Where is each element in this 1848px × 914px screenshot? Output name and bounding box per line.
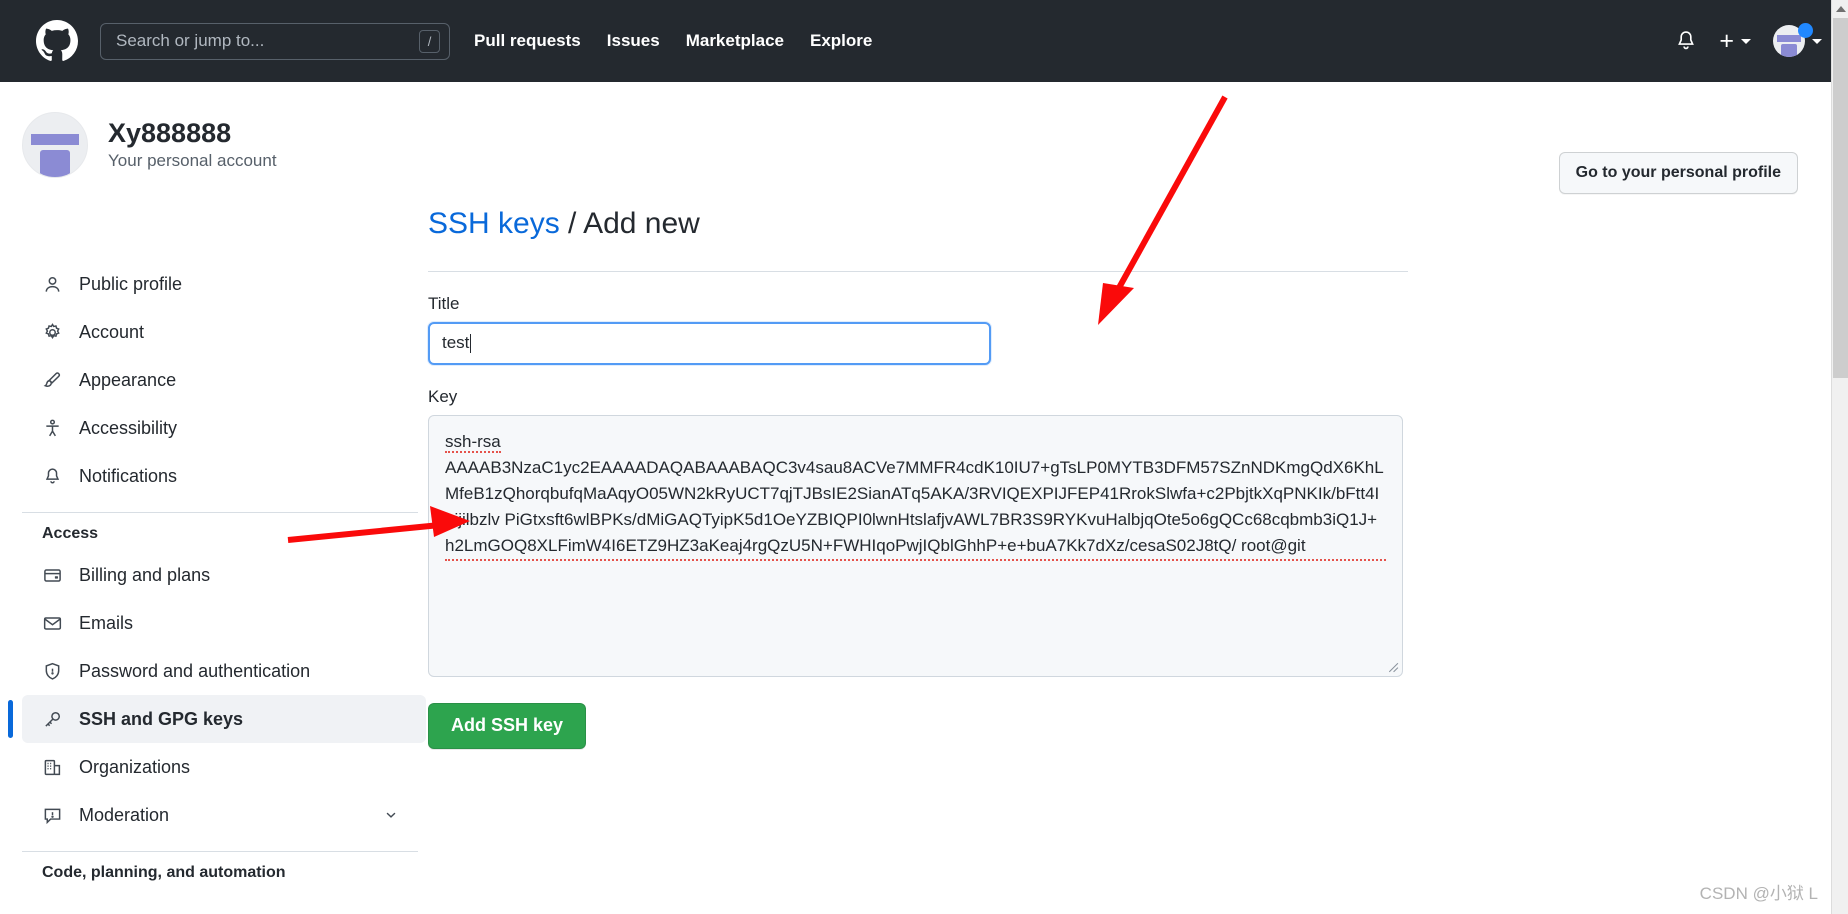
primary-nav: Pull requests Issues Marketplace Explore (474, 31, 872, 51)
sidebar-item-label: Notifications (79, 465, 178, 486)
sidebar-item-label: Appearance (79, 369, 177, 390)
paintbrush-icon (42, 370, 63, 391)
nav-pull-requests[interactable]: Pull requests (474, 31, 581, 51)
nav-issues[interactable]: Issues (607, 31, 660, 51)
sidebar-item-organizations[interactable]: Organizations (22, 743, 426, 791)
user-menu[interactable] (1773, 23, 1822, 57)
nav-explore[interactable]: Explore (810, 31, 872, 51)
search-placeholder: Search or jump to... (116, 31, 265, 50)
chevron-down-icon[interactable] (384, 808, 398, 822)
breadcrumb-separator: / (559, 207, 584, 240)
sidebar-item-billing-and-plans[interactable]: Billing and plans (22, 551, 426, 599)
title-field-label: Title (428, 293, 460, 313)
sidebar-item-label: Emails (79, 612, 134, 633)
key-textarea-line1: ssh-rsa (445, 431, 501, 453)
create-new-menu[interactable]: + (1719, 26, 1751, 55)
settings-sidebar: Public profile Account Appearance Access… (8, 260, 426, 890)
status-badge (1798, 23, 1813, 38)
sidebar-item-password-and-authentication[interactable]: Password and authentication (22, 647, 426, 695)
scroll-up-arrow[interactable] (1832, 0, 1848, 17)
credit-card-icon (42, 565, 63, 586)
plus-icon: + (1719, 26, 1734, 55)
breadcrumb-ssh-keys-link[interactable]: SSH keys (428, 207, 560, 240)
gear-icon (42, 322, 63, 343)
global-header: Search or jump to... / Pull requests Iss… (0, 0, 1848, 82)
go-to-personal-profile-button[interactable]: Go to your personal profile (1558, 152, 1798, 194)
breadcrumb: SSH keys / Add new (428, 205, 1408, 243)
search-input[interactable]: Search or jump to... / (100, 22, 450, 60)
text-cursor (470, 333, 472, 353)
sidebar-item-ssh-and-gpg-keys[interactable]: SSH and GPG keys (8, 695, 426, 743)
sidebar-item-public-profile[interactable]: Public profile (22, 260, 426, 308)
sidebar-divider (22, 512, 418, 513)
bell-icon (42, 466, 63, 487)
key-field-label: Key (428, 386, 458, 406)
sidebar-item-label: Accessibility (79, 417, 178, 438)
sidebar-item-accessibility[interactable]: Accessibility (22, 404, 426, 452)
sidebar-item-label: Moderation (79, 804, 170, 825)
sidebar-group-code-planning-automation: Code, planning, and automation (42, 864, 286, 881)
sidebar-item-label: Billing and plans (79, 564, 211, 585)
shield-lock-icon (42, 661, 63, 682)
sidebar-item-emails[interactable]: Emails (22, 599, 426, 647)
watermark: CSDN @小狱 L (1699, 884, 1818, 903)
chevron-down-icon (1812, 38, 1822, 44)
sidebar-item-label: SSH and GPG keys (79, 708, 244, 729)
sidebar-item-label: Organizations (79, 756, 191, 777)
sidebar-item-label: Public profile (79, 273, 183, 294)
sidebar-item-moderation[interactable]: Moderation (22, 791, 426, 839)
sidebar-item-account[interactable]: Account (22, 308, 426, 356)
key-icon (42, 709, 63, 730)
bell-icon[interactable] (1675, 30, 1697, 52)
key-textarea[interactable]: ssh-rsa AAAAB3NzaC1yc2EAAAADAQABAAABAQC3… (428, 414, 1403, 677)
resize-handle-icon[interactable] (1386, 660, 1399, 673)
breadcrumb-current: Add new (583, 207, 700, 240)
organization-icon (42, 757, 63, 778)
avatar[interactable] (22, 112, 88, 178)
mail-icon (42, 613, 63, 634)
key-textarea-value: AAAAB3NzaC1yc2EAAAADAQABAAABAQC3v4sau8AC… (445, 455, 1386, 561)
scrollbar-thumb[interactable] (1833, 18, 1848, 378)
github-logo-icon[interactable] (36, 20, 78, 62)
sidebar-item-appearance[interactable]: Appearance (22, 356, 426, 404)
report-icon (42, 805, 63, 826)
person-icon (42, 274, 63, 295)
sidebar-item-notifications[interactable]: Notifications (22, 452, 426, 500)
chevron-down-icon (1741, 38, 1751, 44)
header-actions: + (1675, 23, 1822, 57)
sidebar-item-label: Password and authentication (79, 660, 311, 681)
main-content: SSH keys / Add new Title test Key ssh-rs… (428, 205, 1408, 749)
nav-marketplace[interactable]: Marketplace (686, 31, 784, 51)
search-shortcut-key: / (419, 29, 440, 53)
add-ssh-key-button[interactable]: Add SSH key (428, 702, 587, 749)
account-header: Xy888888 Your personal account (22, 112, 277, 178)
title-input-value: test (442, 333, 470, 352)
sidebar-item-label: Account (79, 321, 145, 342)
sidebar-group-access: Access (42, 525, 99, 542)
accessibility-icon (42, 418, 63, 439)
heading-divider (428, 270, 1408, 272)
account-subtitle: Your personal account (108, 150, 277, 170)
page-scrollbar[interactable] (1831, 0, 1848, 914)
sidebar-divider (22, 851, 418, 852)
page-title: Xy888888 (108, 117, 232, 148)
title-input[interactable]: test (428, 321, 991, 365)
github-ssh-key-page: Search or jump to... / Pull requests Iss… (0, 0, 1848, 914)
